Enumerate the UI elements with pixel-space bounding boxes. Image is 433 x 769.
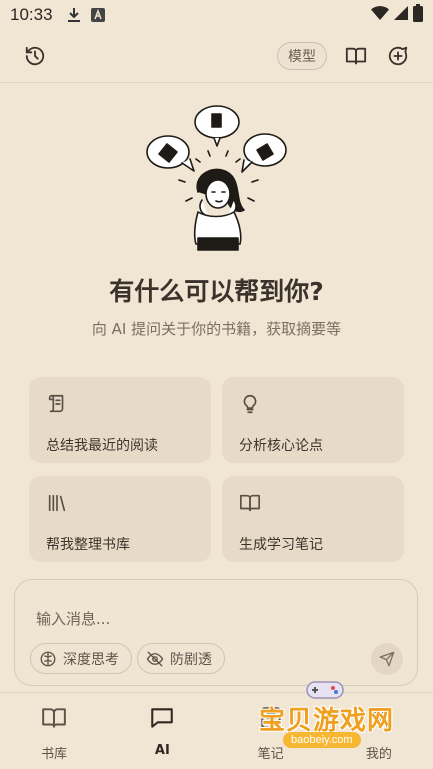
eye-off-icon bbox=[146, 651, 164, 666]
anti-spoiler-toggle[interactable]: 防剧透 bbox=[137, 643, 225, 674]
status-time: 10:33 bbox=[10, 5, 53, 24]
lightbulb-icon bbox=[239, 393, 388, 415]
deep-think-label: 深度思考 bbox=[63, 651, 119, 668]
suggestion-label: 生成学习笔记 bbox=[239, 537, 323, 553]
page-title: 有什么可以帮到你? bbox=[109, 277, 324, 306]
nav-label-ai: AI bbox=[154, 743, 170, 758]
message-composer[interactable]: 输入消息... 深度思考 防剧透 bbox=[14, 579, 418, 686]
nav-label-library: 书库 bbox=[41, 747, 68, 762]
top-divider bbox=[0, 82, 433, 83]
scroll-icon bbox=[46, 393, 195, 415]
status-bar: 10:33 bbox=[0, 0, 433, 30]
nav-label-profile: 我的 bbox=[365, 747, 392, 762]
new-chat-icon[interactable] bbox=[381, 39, 415, 73]
book-open-icon[interactable] bbox=[339, 39, 373, 73]
battery-icon bbox=[413, 4, 423, 26]
chat-bubble-icon bbox=[148, 705, 176, 735]
notes-icon bbox=[257, 705, 285, 735]
suggestion-card-notes[interactable]: 生成学习笔记 bbox=[222, 476, 404, 562]
nav-item-notes[interactable]: 笔记 bbox=[217, 693, 325, 769]
nav-label-notes: 笔记 bbox=[257, 747, 284, 762]
nav-item-profile[interactable]: 我的 bbox=[325, 693, 433, 769]
nav-item-ai[interactable]: AI bbox=[108, 693, 216, 769]
top-bar: 模型 bbox=[0, 33, 433, 79]
send-icon bbox=[379, 651, 395, 667]
model-selector-button[interactable]: 模型 bbox=[277, 42, 327, 70]
brain-icon bbox=[40, 651, 56, 666]
suggestion-label: 总结我最近的阅读 bbox=[46, 438, 158, 454]
hero-illustration bbox=[140, 100, 290, 255]
bottom-nav: 书库 AI 笔记 我的 bbox=[0, 692, 433, 769]
signal-icon bbox=[393, 5, 409, 25]
page-subtitle: 向 AI 提问关于你的书籍，获取摘要等 bbox=[91, 320, 342, 338]
message-input[interactable]: 输入消息... bbox=[36, 608, 110, 629]
suggestion-card-summarize[interactable]: 总结我最近的阅读 bbox=[29, 377, 211, 463]
history-icon[interactable] bbox=[18, 39, 52, 73]
suggestion-label: 帮我整理书库 bbox=[46, 537, 130, 553]
book-open-icon bbox=[239, 492, 388, 514]
profile-icon bbox=[365, 705, 393, 735]
nav-item-library[interactable]: 书库 bbox=[0, 693, 108, 769]
suggestion-card-analyze[interactable]: 分析核心论点 bbox=[222, 377, 404, 463]
bookshelf-icon bbox=[46, 492, 195, 514]
wifi-icon bbox=[371, 5, 389, 25]
download-icon bbox=[67, 7, 81, 23]
deep-think-toggle[interactable]: 深度思考 bbox=[30, 643, 132, 674]
app-notification-icon bbox=[90, 8, 105, 22]
send-button[interactable] bbox=[371, 643, 403, 675]
suggestion-card-organize[interactable]: 帮我整理书库 bbox=[29, 476, 211, 562]
suggestion-label: 分析核心论点 bbox=[239, 438, 323, 454]
anti-spoiler-label: 防剧透 bbox=[170, 651, 212, 668]
book-open-icon bbox=[40, 705, 68, 735]
